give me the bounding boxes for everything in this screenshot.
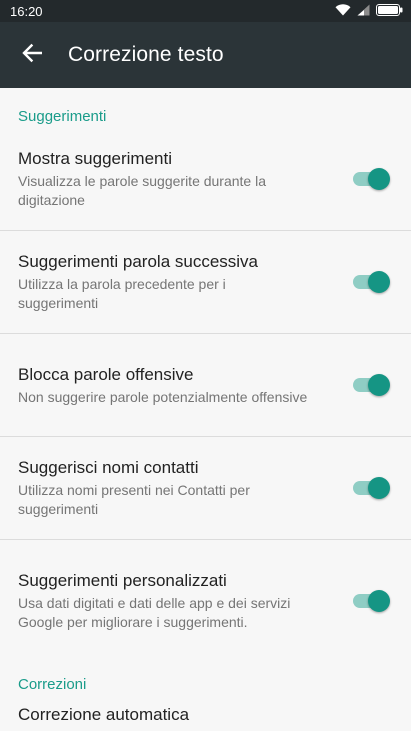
battery-icon (376, 3, 403, 19)
wifi-icon (335, 3, 351, 19)
setting-text: Blocca parole offensive Non suggerire pa… (18, 364, 307, 407)
arrow-back-icon (22, 43, 43, 68)
setting-text: Suggerimenti personalizzati Usa dati dig… (18, 570, 308, 632)
status-bar: 16:20 (0, 0, 411, 22)
section-header-corrections: Correzioni (18, 676, 87, 693)
setting-auto-correction[interactable]: Correzione automatica (0, 705, 411, 731)
setting-text: Correzione automatica (18, 705, 190, 726)
app-bar: Correzione testo (0, 22, 411, 88)
personalized-suggestions-toggle[interactable] (351, 589, 391, 613)
setting-summary: Non suggerire parole potenzialmente offe… (18, 388, 308, 405)
setting-text: Suggerimenti parola successiva Utilizza … (18, 251, 308, 313)
setting-title: Correzione automatica (18, 705, 190, 724)
suggest-contact-names-toggle[interactable] (351, 476, 391, 500)
setting-next-word-suggestions[interactable]: Suggerimenti parola successiva Utilizza … (0, 231, 411, 334)
status-icons (335, 3, 403, 19)
setting-title: Suggerimenti parola successiva (18, 252, 259, 271)
toggle-thumb (368, 374, 390, 396)
block-offensive-words-toggle[interactable] (351, 373, 391, 397)
cell-signal-icon (357, 4, 370, 19)
setting-title: Mostra suggerimenti (18, 149, 173, 168)
setting-show-suggestions[interactable]: Mostra suggerimenti Visualizza le parole… (0, 128, 411, 231)
back-button[interactable] (16, 39, 48, 71)
setting-summary: Usa dati digitati e dati delle app e dei… (18, 595, 291, 630)
setting-title: Suggerimenti personalizzati (18, 571, 227, 590)
setting-text: Suggerisci nomi contatti Utilizza nomi p… (18, 457, 308, 519)
setting-block-offensive-words[interactable]: Blocca parole offensive Non suggerire pa… (0, 334, 411, 437)
setting-summary: Utilizza nomi presenti nei Contatti per … (18, 482, 250, 517)
toggle-thumb (368, 590, 390, 612)
setting-personalized-suggestions[interactable]: Suggerimenti personalizzati Usa dati dig… (0, 540, 411, 662)
setting-summary: Visualizza le parole suggerite durante l… (18, 173, 267, 208)
status-time: 16:20 (10, 3, 43, 19)
next-word-suggestions-toggle[interactable] (351, 270, 391, 294)
toggle-thumb (368, 271, 390, 293)
setting-summary: Utilizza la parola precedente per i sugg… (18, 276, 226, 311)
settings-list: Suggerimenti Mostra suggerimenti Visuali… (0, 88, 411, 731)
toggle-thumb (368, 477, 390, 499)
setting-title: Suggerisci nomi contatti (18, 458, 199, 477)
setting-title: Blocca parole offensive (18, 364, 194, 384)
setting-text: Mostra suggerimenti Visualizza le parole… (18, 148, 308, 210)
setting-suggest-contact-names[interactable]: Suggerisci nomi contatti Utilizza nomi p… (0, 437, 411, 540)
show-suggestions-toggle[interactable] (351, 167, 391, 191)
toggle-thumb (368, 168, 390, 190)
page-title: Correzione testo (68, 43, 224, 66)
section-header-suggestions: Suggerimenti (18, 108, 107, 125)
